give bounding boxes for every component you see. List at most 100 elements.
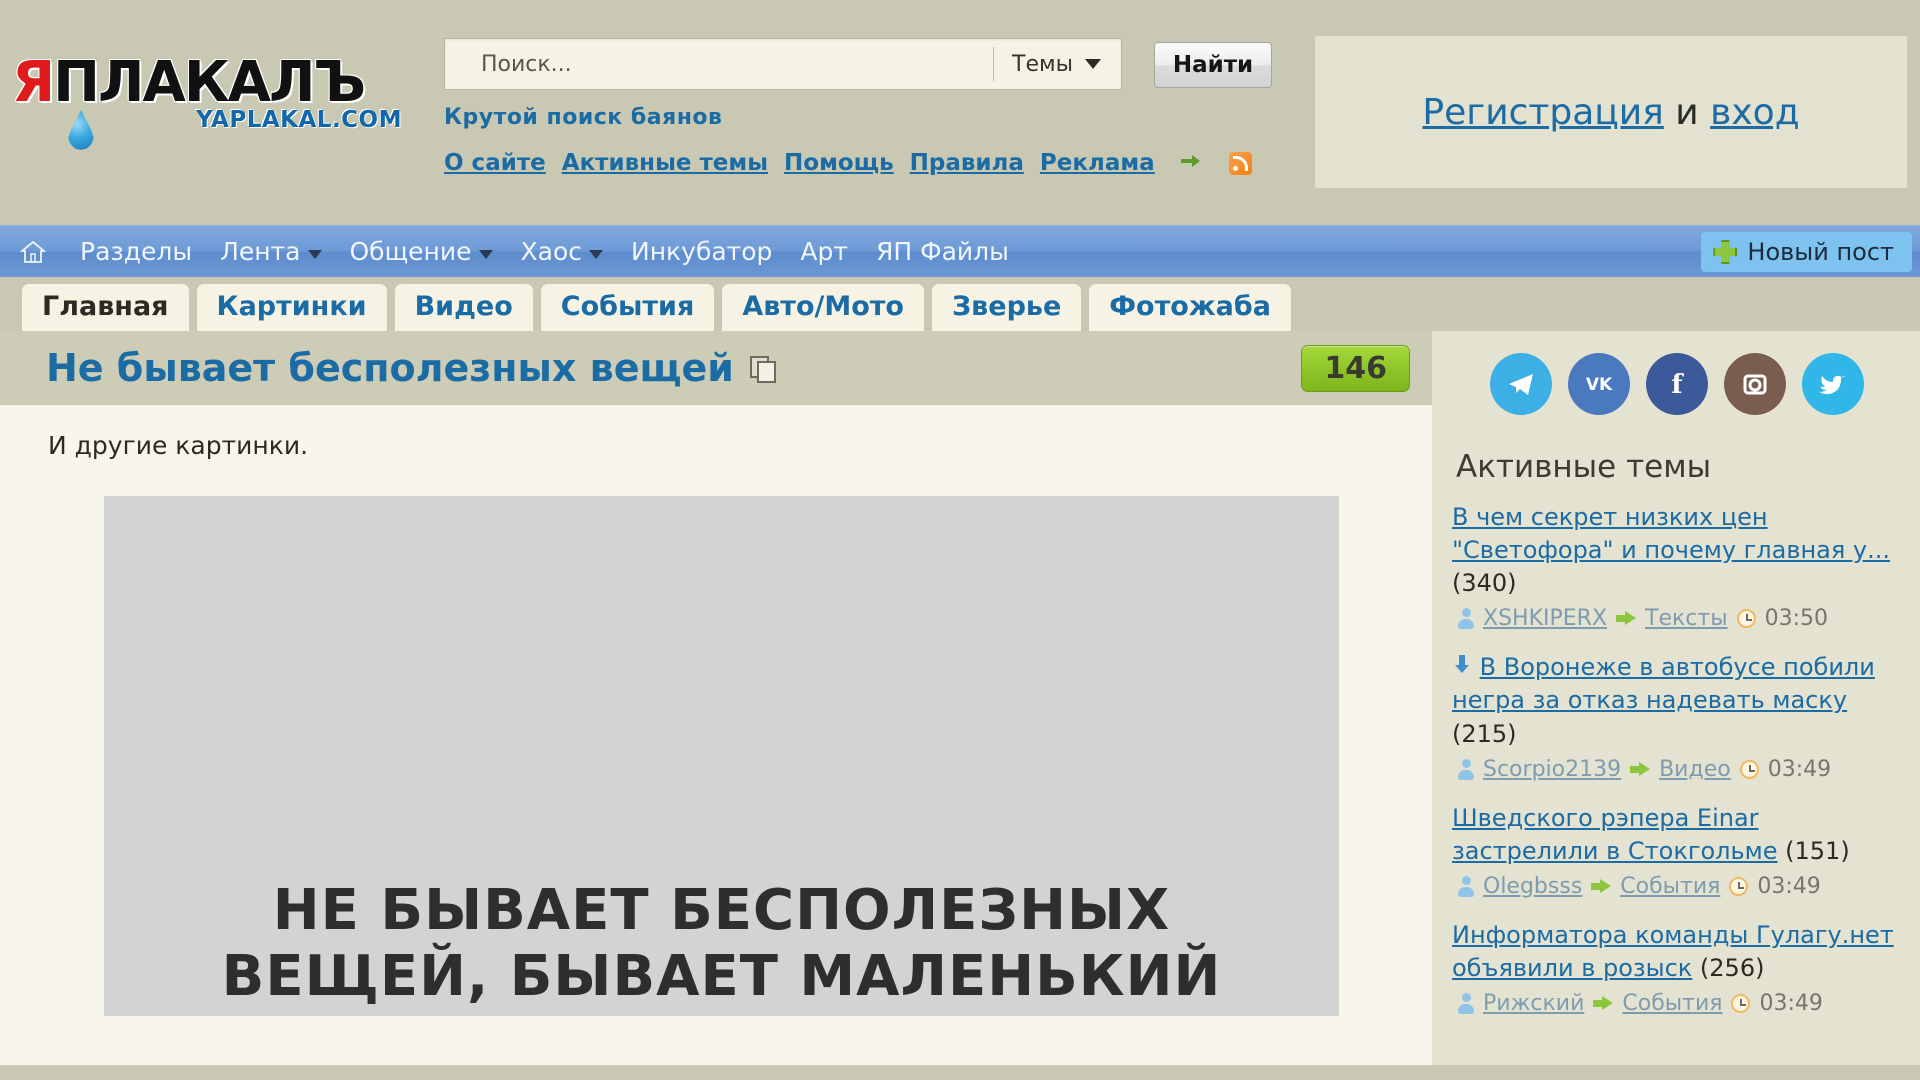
topic-author-link[interactable]: Scorpio2139	[1483, 757, 1621, 782]
meme-text-line-1: НЕ БЫВАЕТ БЕСПОЛЕЗНЫХ	[272, 877, 1171, 943]
comment-count-badge[interactable]: 146	[1301, 344, 1410, 392]
post-image[interactable]: НЕ БЫВАЕТ БЕСПОЛЕЗНЫХ ВЕЩЕЙ, БЫВАЕТ МАЛЕ…	[104, 496, 1339, 1016]
tab-glavnaya[interactable]: Главная	[22, 284, 189, 331]
nav-item-lenta[interactable]: Лента	[206, 237, 335, 266]
new-post-label: Новый пост	[1747, 238, 1894, 266]
post-intro-text: И другие картинки.	[48, 431, 309, 460]
chevron-down-icon	[307, 249, 322, 259]
user-icon	[1458, 608, 1474, 630]
topic-link[interactable]: В Воронеже в автобусе побили негра за от…	[1452, 653, 1875, 714]
site-logo[interactable]: ЯПЛАКАЛЪ YAPLAKAL.COM	[12, 55, 412, 165]
home-icon[interactable]	[20, 240, 46, 264]
site-header: ЯПЛАКАЛЪ YAPLAKAL.COM Темы Найти Крутой …	[0, 0, 1920, 225]
svg-text:VK: VK	[1586, 375, 1613, 395]
login-arrow-icon[interactable]	[1180, 153, 1205, 173]
topic-author-link[interactable]: Рижский	[1483, 991, 1584, 1016]
nav-item-obshchenie[interactable]: Общение	[336, 237, 507, 266]
list-item: В чем секрет низких цен "Светофора" и по…	[1452, 501, 1902, 631]
nav-item-razdely[interactable]: Разделы	[66, 237, 206, 266]
topic-time: 03:49	[1759, 991, 1823, 1017]
nav-label: Инкубатор	[631, 237, 773, 266]
tab-avto-moto[interactable]: Авто/Мото	[722, 284, 924, 331]
arrow-right-icon	[1591, 878, 1612, 894]
list-item: Информатора команды Гулагу.нет объявили …	[1452, 919, 1902, 1016]
clock-icon	[1729, 876, 1749, 896]
search-input[interactable]	[445, 39, 994, 89]
topic-section-link[interactable]: Тексты	[1645, 606, 1728, 631]
header-links: О сайте Активные темы Помощь Правила Рек…	[444, 150, 1252, 176]
topic-section-link[interactable]: События	[1622, 991, 1722, 1016]
header-link-active-topics[interactable]: Активные темы	[562, 150, 768, 176]
plus-icon	[1713, 240, 1738, 264]
tab-video[interactable]: Видео	[394, 284, 533, 331]
logo-wordmark: ЯПЛАКАЛЪ	[12, 55, 412, 111]
clock-icon	[1731, 994, 1751, 1014]
chevron-down-icon	[478, 249, 493, 259]
active-topics-title: Активные темы	[1456, 449, 1712, 485]
login-link[interactable]: вход	[1710, 92, 1799, 133]
topic-meta: Scorpio2139 Видео 03:49	[1458, 757, 1902, 782]
nav-item-yap-files[interactable]: ЯП Файлы	[862, 237, 1023, 266]
topic-link[interactable]: В чем секрет низких цен "Светофора" и по…	[1452, 503, 1890, 564]
nav-item-haos[interactable]: Хаос	[507, 237, 618, 266]
topic-section-link[interactable]: Видео	[1659, 757, 1731, 782]
nav-label: Лента	[220, 237, 301, 266]
rss-icon[interactable]	[1228, 151, 1252, 175]
auth-text: Регистрация и вход	[1422, 92, 1799, 133]
list-item: Шведского рэпера Einar застрелили в Сток…	[1452, 802, 1902, 899]
topic-line: Информатора команды Гулагу.нет объявили …	[1452, 919, 1902, 985]
topic-link[interactable]: Шведского рэпера Einar застрелили в Сток…	[1452, 804, 1778, 865]
post-header: Не бывает бесполезных вещей 146	[0, 331, 1432, 405]
search-scope-select[interactable]: Темы	[994, 39, 1121, 89]
page-title[interactable]: Не бывает бесполезных вещей	[46, 346, 734, 390]
topic-meta: Рижский События 03:49	[1458, 991, 1902, 1016]
nav-item-inkubator[interactable]: Инкубатор	[617, 237, 786, 266]
nav-label: Хаос	[520, 237, 583, 266]
pin-down-icon	[1455, 655, 1469, 674]
header-link-about[interactable]: О сайте	[444, 150, 546, 176]
topic-author-link[interactable]: XSHKIPERX	[1483, 606, 1607, 631]
user-icon	[1458, 993, 1474, 1015]
auth-conjunction: и	[1675, 91, 1699, 133]
main-column: Не бывает бесполезных вещей 146 И другие…	[0, 331, 1432, 1065]
logo-rest: ПЛАКАЛЪ	[53, 50, 366, 115]
topic-line: Шведского рэпера Einar застрелили в Сток…	[1452, 802, 1902, 868]
auth-panel: Регистрация и вход	[1315, 36, 1907, 188]
header-link-rules[interactable]: Правила	[910, 150, 1024, 176]
arrow-right-icon	[1616, 611, 1637, 626]
facebook-icon[interactable]: f	[1646, 353, 1708, 415]
topic-section-link[interactable]: События	[1620, 874, 1720, 899]
nav-label: Разделы	[80, 237, 193, 266]
chevron-down-icon	[1085, 59, 1101, 69]
list-item: В Воронеже в автобусе побили негра за от…	[1452, 651, 1902, 781]
clock-icon	[1739, 759, 1759, 779]
nav-label: Общение	[349, 237, 472, 266]
instagram-icon[interactable]	[1724, 353, 1786, 415]
new-post-button[interactable]: Новый пост	[1701, 232, 1912, 272]
user-icon	[1458, 758, 1474, 780]
register-link[interactable]: Регистрация	[1422, 92, 1663, 133]
tab-kartinki[interactable]: Картинки	[196, 284, 387, 331]
search-scope-label: Темы	[1012, 51, 1073, 77]
category-tabs: Главная Картинки Видео События Авто/Мото…	[0, 277, 1920, 331]
topic-link[interactable]: Информатора команды Гулагу.нет объявили …	[1452, 921, 1894, 982]
topic-reply-count: (256)	[1699, 953, 1765, 982]
search-submit-button[interactable]: Найти	[1154, 42, 1272, 88]
vk-icon[interactable]: VK	[1568, 353, 1630, 415]
tab-sobytiya[interactable]: События	[540, 284, 715, 331]
topic-author-link[interactable]: Olegbsss	[1483, 874, 1582, 899]
telegram-icon[interactable]	[1490, 353, 1552, 415]
post-title-group: Не бывает бесполезных вещей	[46, 346, 776, 390]
main-navbar: Разделы Лента Общение Хаос Инкубатор Арт…	[0, 225, 1920, 277]
topic-meta: XSHKIPERX Тексты 03:50	[1458, 606, 1902, 631]
user-icon	[1458, 875, 1474, 897]
copy-link-icon[interactable]	[749, 356, 776, 383]
topic-meta: Olegbsss События 03:49	[1458, 874, 1902, 899]
search-tagline[interactable]: Крутой поиск баянов	[444, 105, 722, 130]
tab-zverye[interactable]: Зверье	[931, 284, 1082, 331]
nav-item-art[interactable]: Арт	[786, 237, 862, 266]
tab-fotozhaba[interactable]: Фотожаба	[1089, 284, 1291, 331]
twitter-icon[interactable]	[1802, 353, 1864, 415]
header-link-ads[interactable]: Реклама	[1040, 150, 1155, 176]
header-link-help[interactable]: Помощь	[784, 150, 894, 176]
